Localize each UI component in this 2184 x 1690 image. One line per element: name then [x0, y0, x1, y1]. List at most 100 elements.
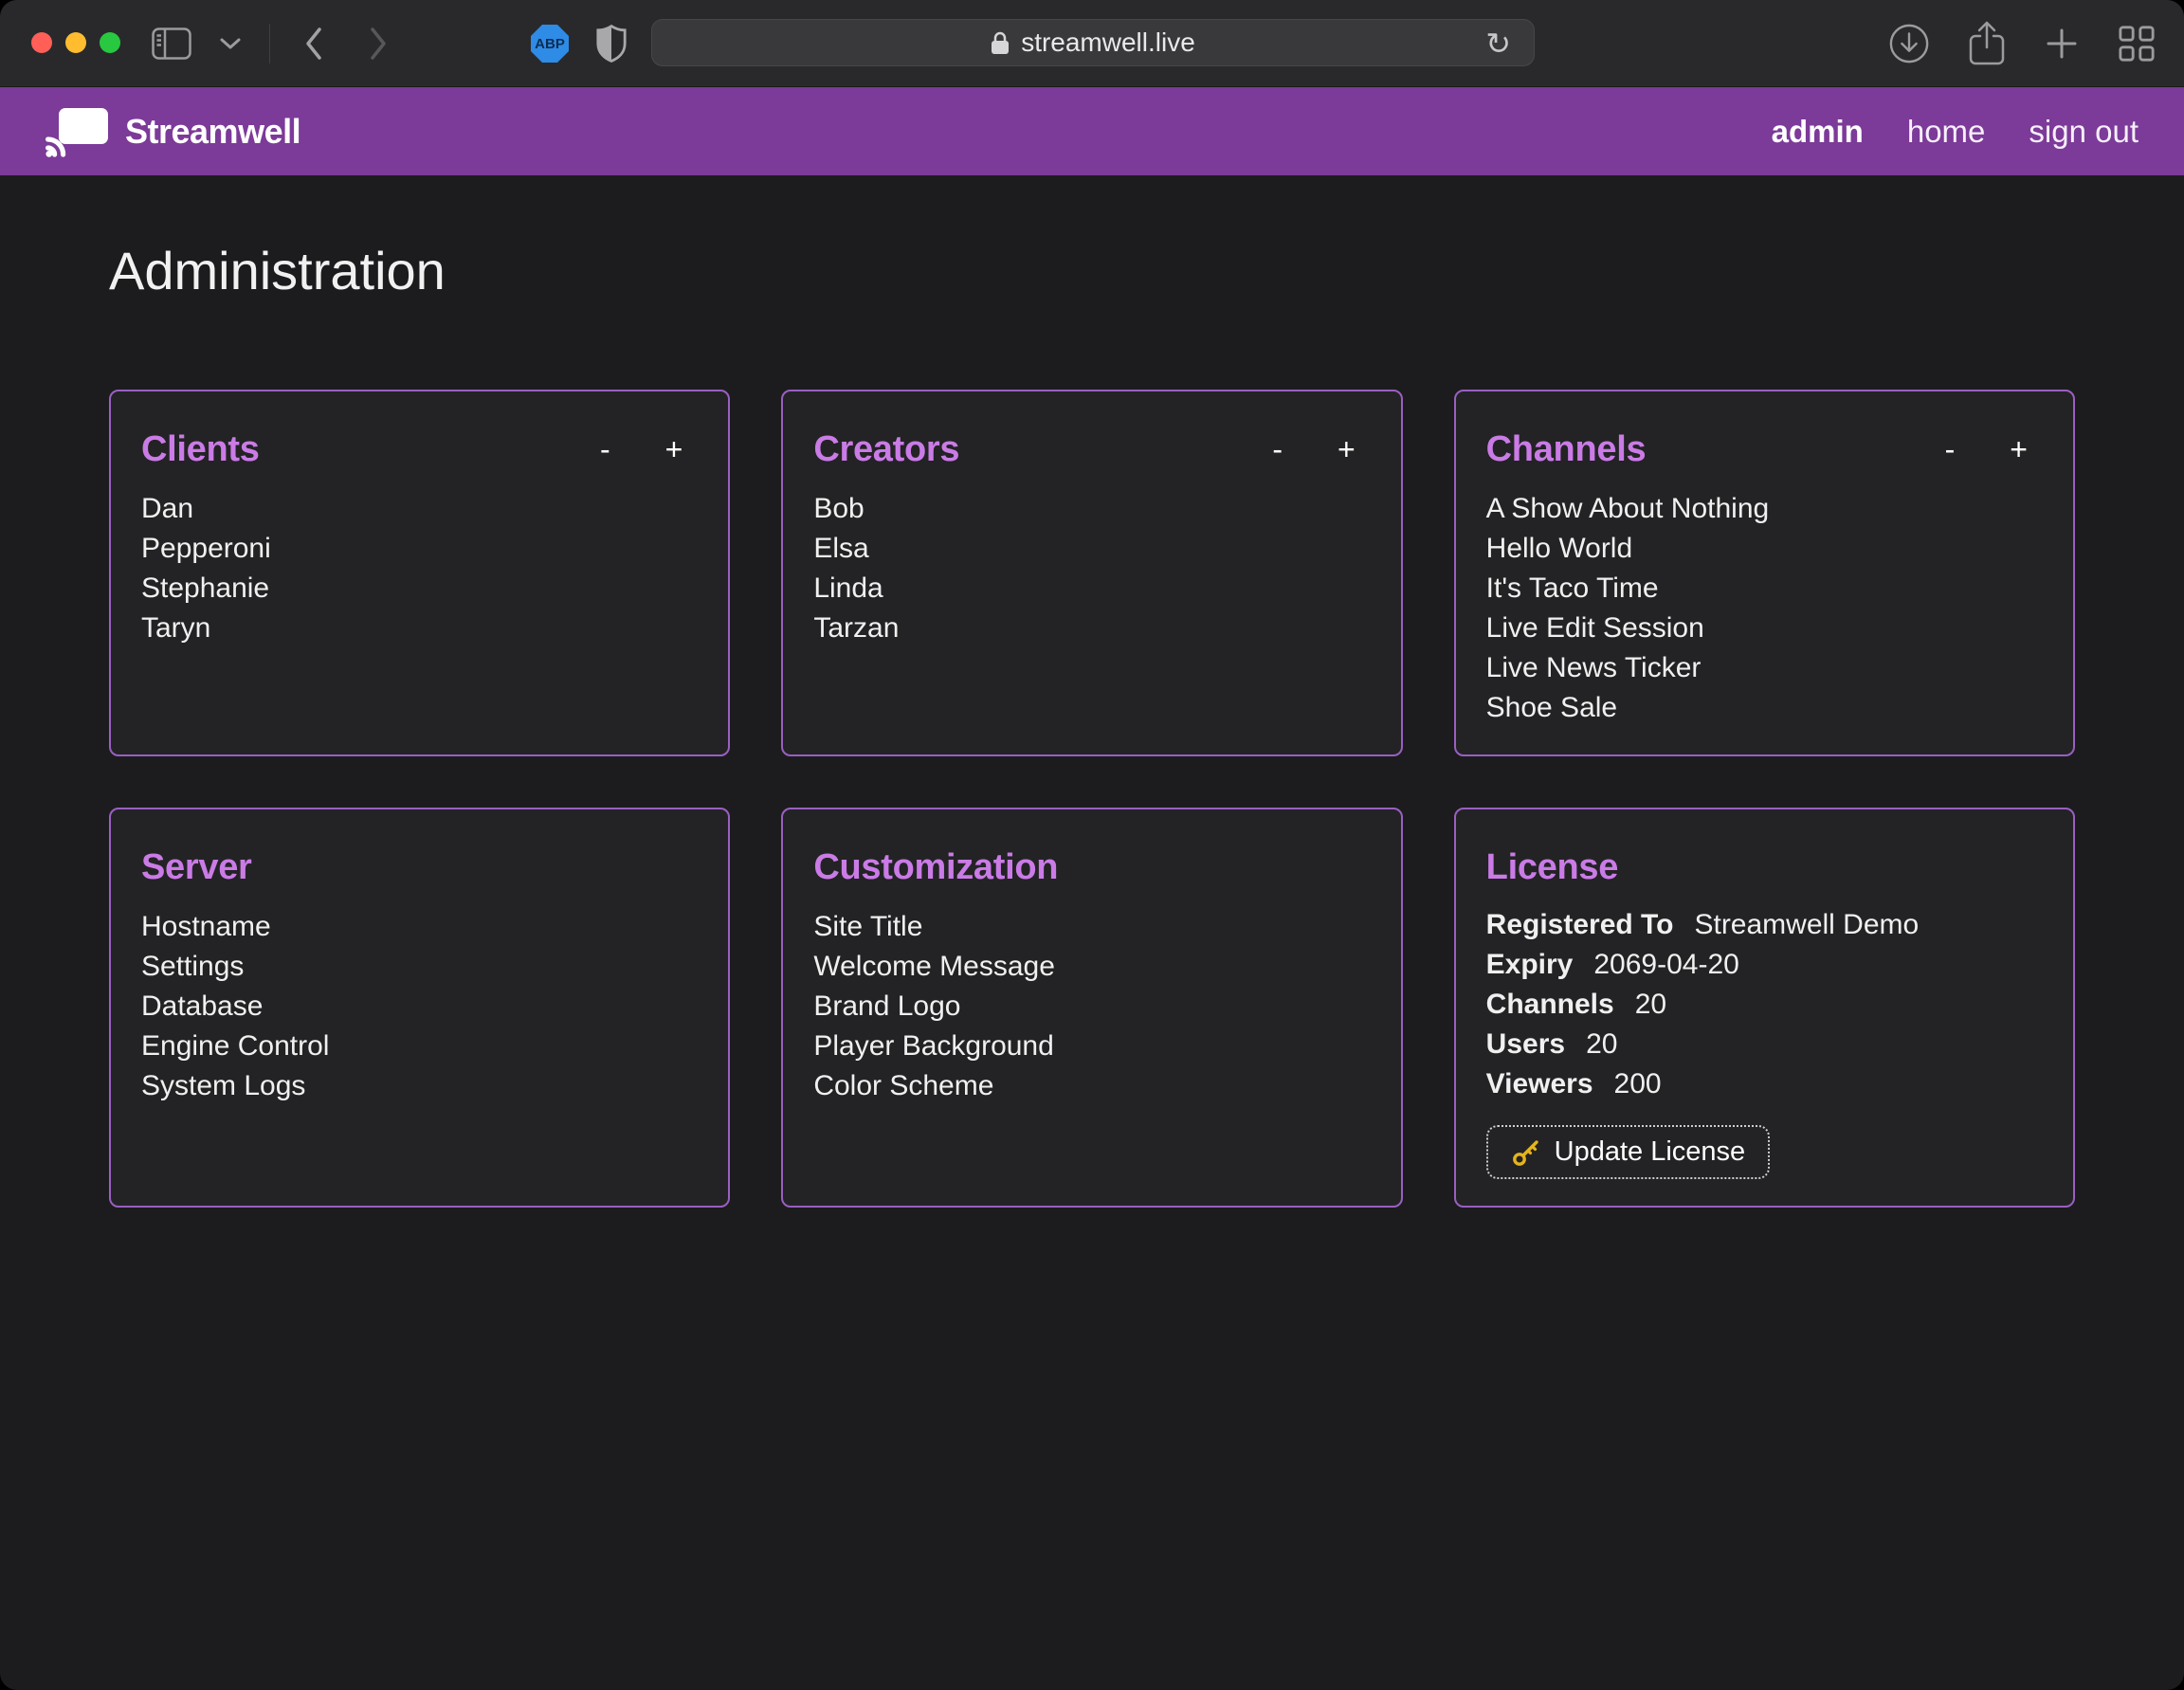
list-item[interactable]: Brand Logo	[813, 987, 1370, 1027]
share-icon[interactable]	[1968, 21, 2006, 66]
license-field: Registered To Streamwell Demo	[1486, 905, 2043, 945]
list-item[interactable]: System Logs	[141, 1066, 698, 1106]
list-item[interactable]: Pepperoni	[141, 529, 698, 569]
list-item[interactable]: Live Edit Session	[1486, 609, 2043, 648]
browser-toolbar: ABP streamwell.live ↻	[0, 0, 2184, 87]
nav-link-admin[interactable]: admin	[1772, 114, 1864, 150]
list-item[interactable]: Site Title	[813, 907, 1370, 947]
nav-link-home[interactable]: home	[1907, 114, 1986, 150]
clients-list: Dan Pepperoni Stephanie Taryn	[141, 489, 698, 648]
list-item[interactable]: Elsa	[813, 529, 1370, 569]
license-field-label: Expiry	[1486, 949, 1574, 980]
page-title: Administration	[109, 236, 2075, 306]
card-license-title: License	[1486, 847, 1618, 888]
reload-icon[interactable]: ↻	[1480, 25, 1517, 63]
license-field-value: Streamwell Demo	[1694, 909, 1919, 940]
brand[interactable]: Streamwell	[46, 106, 300, 157]
list-item[interactable]: Hostname	[141, 907, 698, 947]
license-field-value: 20	[1635, 989, 1666, 1020]
card-clients: Clients - + Dan Pepperoni Stephanie Tary…	[109, 390, 730, 756]
adblock-plus-icon[interactable]: ABP	[531, 25, 569, 63]
list-item[interactable]: Shoe Sale	[1486, 688, 2043, 728]
traffic-lights	[31, 32, 120, 53]
new-tab-icon[interactable]	[2044, 26, 2080, 62]
customization-list: Site Title Welcome Message Brand Logo Pl…	[813, 907, 1370, 1106]
nav-link-sign-out[interactable]: sign out	[2029, 114, 2138, 150]
card-server: Server Hostname Settings Database Engine…	[109, 808, 730, 1208]
toolbar-divider	[269, 24, 270, 64]
lock-icon	[991, 30, 1010, 55]
list-item[interactable]: Player Background	[813, 1027, 1370, 1066]
list-item[interactable]: Hello World	[1486, 529, 2043, 569]
zoom-window-button[interactable]	[100, 32, 120, 53]
list-item[interactable]: Dan	[141, 489, 698, 529]
card-creators-title: Creators	[813, 429, 959, 470]
toolbar-right-group	[1888, 0, 2156, 87]
list-item[interactable]: Tarzan	[813, 609, 1370, 648]
chevron-down-icon[interactable]	[220, 37, 241, 50]
url-text: streamwell.live	[1021, 27, 1195, 58]
back-button[interactable]	[304, 27, 323, 60]
close-window-button[interactable]	[31, 32, 52, 53]
list-item[interactable]: Settings	[141, 947, 698, 987]
license-field-label: Users	[1486, 1028, 1565, 1060]
add-creator-button[interactable]: +	[1322, 430, 1371, 469]
license-field-label: Viewers	[1486, 1068, 1593, 1099]
nav-links: admin home sign out	[1772, 114, 2138, 150]
admin-page: Administration Clients - + Dan Pepperoni…	[0, 175, 2184, 1208]
add-channel-button[interactable]: +	[1994, 430, 2043, 469]
card-channels-title: Channels	[1486, 429, 1647, 470]
card-clients-title: Clients	[141, 429, 260, 470]
add-client-button[interactable]: +	[650, 430, 699, 469]
toolbar-left-group	[152, 0, 388, 87]
address-bar[interactable]: streamwell.live ↻	[651, 19, 1535, 66]
card-customization: Customization Site Title Welcome Message…	[781, 808, 1402, 1208]
abp-badge-label: ABP	[531, 25, 569, 63]
license-field: Expiry 2069-04-20	[1486, 945, 2043, 985]
card-creators: Creators - + Bob Elsa Linda Tarzan	[781, 390, 1402, 756]
minimize-window-button[interactable]	[65, 32, 86, 53]
list-item[interactable]: Taryn	[141, 609, 698, 648]
list-item[interactable]: Database	[141, 987, 698, 1027]
card-server-title: Server	[141, 847, 252, 888]
brand-name: Streamwell	[125, 112, 300, 152]
update-license-label: Update License	[1555, 1136, 1746, 1168]
sidebar-toggle-icon[interactable]	[152, 27, 191, 60]
extension-icons: ABP	[531, 0, 628, 87]
list-item[interactable]: Color Scheme	[813, 1066, 1370, 1106]
list-item[interactable]: Engine Control	[141, 1027, 698, 1066]
list-item[interactable]: Linda	[813, 569, 1370, 609]
list-item[interactable]: Bob	[813, 489, 1370, 529]
license-fields: Registered To Streamwell Demo Expiry 2069-…	[1486, 905, 2043, 1104]
card-channels-controls: - +	[1930, 430, 2043, 469]
privacy-shield-icon[interactable]	[595, 25, 628, 63]
cards-grid: Clients - + Dan Pepperoni Stephanie Tary…	[109, 390, 2075, 1208]
card-customization-title: Customization	[813, 847, 1058, 888]
license-field: Channels 20	[1486, 985, 2043, 1025]
list-item[interactable]: Live News Ticker	[1486, 648, 2043, 688]
license-field-value: 2069-04-20	[1593, 949, 1738, 980]
forward-button[interactable]	[369, 27, 388, 60]
license-field-label: Registered To	[1486, 909, 1674, 940]
key-icon	[1511, 1137, 1541, 1168]
tab-overview-icon[interactable]	[2118, 25, 2156, 63]
card-channels: Channels - + A Show About Nothing Hello …	[1454, 390, 2075, 756]
list-item[interactable]: Welcome Message	[813, 947, 1370, 987]
card-creators-controls: - +	[1257, 430, 1370, 469]
list-item[interactable]: A Show About Nothing	[1486, 489, 2043, 529]
remove-client-button[interactable]: -	[585, 430, 626, 469]
license-field-value: 20	[1586, 1028, 1617, 1060]
list-item[interactable]: It's Taco Time	[1486, 569, 2043, 609]
remove-creator-button[interactable]: -	[1257, 430, 1298, 469]
server-list: Hostname Settings Database Engine Contro…	[141, 907, 698, 1106]
remove-channel-button[interactable]: -	[1930, 430, 1971, 469]
license-field: Viewers 200	[1486, 1064, 2043, 1104]
license-field-label: Channels	[1486, 989, 1614, 1020]
downloads-icon[interactable]	[1888, 23, 1930, 64]
channels-list: A Show About Nothing Hello World It's Ta…	[1486, 489, 2043, 728]
list-item[interactable]: Stephanie	[141, 569, 698, 609]
license-field-value: 200	[1614, 1068, 1662, 1099]
card-clients-controls: - +	[585, 430, 698, 469]
app-navbar: Streamwell admin home sign out	[0, 87, 2184, 175]
update-license-button[interactable]: Update License	[1486, 1125, 1771, 1179]
